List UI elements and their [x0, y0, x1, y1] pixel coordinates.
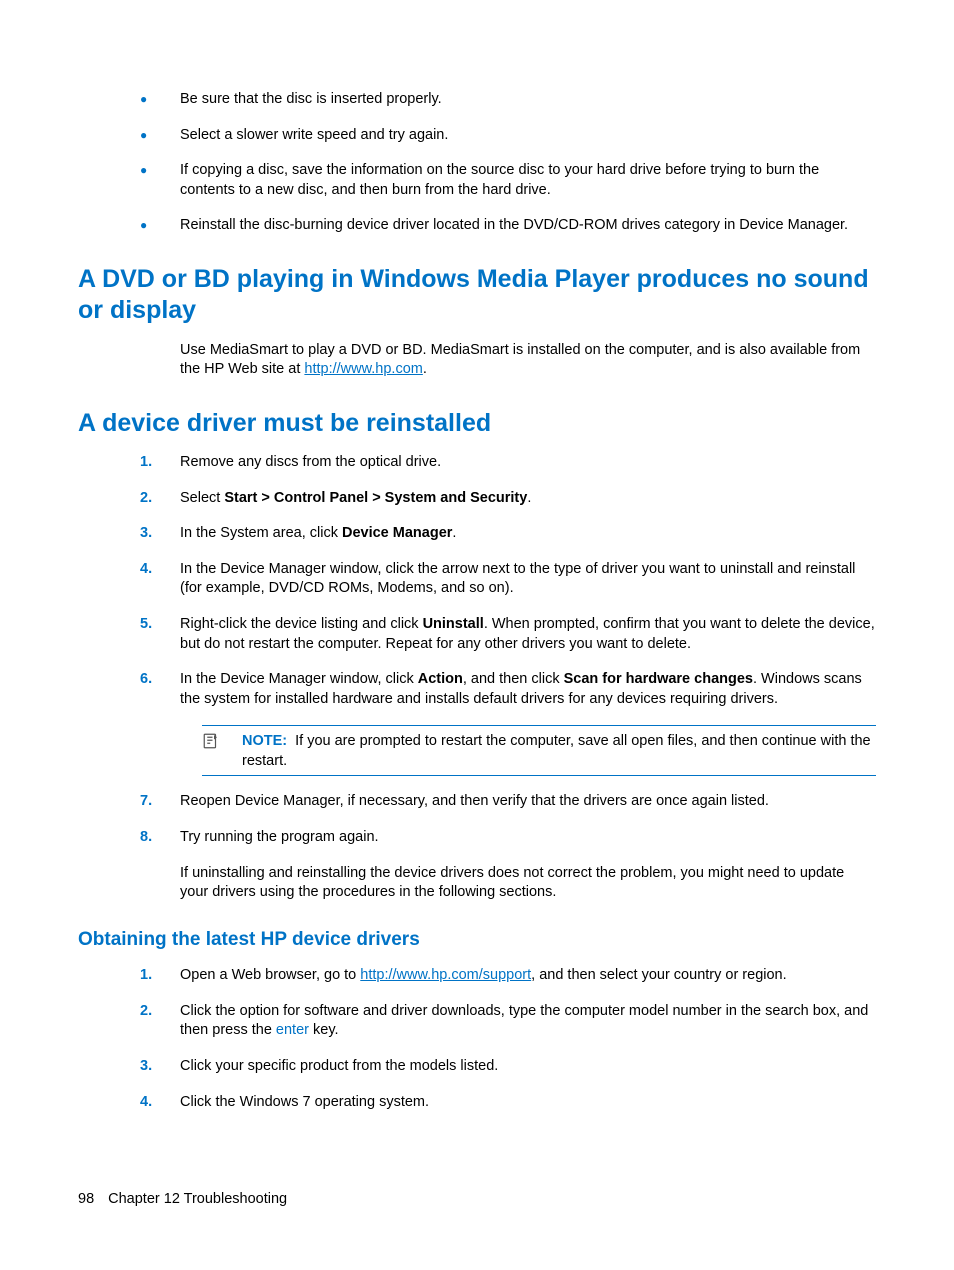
note-callout: NOTE:If you are prompted to restart the …: [202, 725, 876, 776]
list-item: 4. In the Device Manager window, click t…: [140, 560, 876, 599]
step-text: Click the option for software and driver…: [180, 1002, 876, 1041]
section-heading-reinstall: A device driver must be reinstalled: [78, 408, 876, 439]
text-run: Open a Web browser, go to: [180, 967, 360, 983]
list-item: 5. Right-click the device listing and cl…: [140, 615, 876, 654]
paragraph-mediasmart: Use MediaSmart to play a DVD or BD. Medi…: [180, 341, 876, 380]
bullet-icon: ●: [140, 126, 180, 146]
step-text: Remove any discs from the optical drive.: [180, 453, 876, 473]
list-item: 4. Click the Windows 7 operating system.: [140, 1093, 876, 1113]
step-number: 6.: [140, 670, 180, 709]
step-number: 4.: [140, 1093, 180, 1113]
link-hp-home[interactable]: http://www.hp.com: [304, 361, 422, 377]
bold-run: Device Manager: [342, 525, 452, 541]
list-item: 2. Select Start > Control Panel > System…: [140, 489, 876, 509]
step-number: 1.: [140, 453, 180, 473]
list-item: 3. Click your specific product from the …: [140, 1057, 876, 1077]
text-run: , and then click: [463, 671, 564, 687]
step-text: In the Device Manager window, click Acti…: [180, 670, 876, 709]
bullet-icon: ●: [140, 216, 180, 236]
step-number: 8.: [140, 828, 180, 848]
bold-run: Start > Control Panel > System and Secur…: [224, 490, 527, 506]
bullet-icon: ●: [140, 90, 180, 110]
text-run: Select: [180, 490, 224, 506]
step-number: 3.: [140, 1057, 180, 1077]
step-number: 3.: [140, 524, 180, 544]
step-text: Right-click the device listing and click…: [180, 615, 876, 654]
bold-run: Uninstall: [423, 616, 484, 632]
bullet-item: ● Select a slower write speed and try ag…: [140, 126, 876, 146]
text-run: In the System area, click: [180, 525, 342, 541]
bullet-icon: ●: [140, 161, 180, 200]
list-item: 1. Open a Web browser, go to http://www.…: [140, 966, 876, 986]
list-item: 3. In the System area, click Device Mana…: [140, 524, 876, 544]
bullet-text: If copying a disc, save the information …: [180, 161, 876, 200]
text-run: .: [452, 525, 456, 541]
section-heading-wmp: A DVD or BD playing in Windows Media Pla…: [78, 264, 876, 327]
keycap-enter: enter: [276, 1022, 309, 1038]
text-run: , and then select your country or region…: [531, 967, 787, 983]
bullet-item: ● Reinstall the disc-burning device driv…: [140, 216, 876, 236]
list-item: 2. Click the option for software and dri…: [140, 1002, 876, 1041]
chapter-label: Chapter 12 Troubleshooting: [108, 1191, 287, 1207]
bullet-item: ● Be sure that the disc is inserted prop…: [140, 90, 876, 110]
text-run: Right-click the device listing and click: [180, 616, 423, 632]
step-text: Try running the program again.: [180, 828, 876, 848]
step-text: Click the Windows 7 operating system.: [180, 1093, 876, 1113]
page-number: 98: [78, 1191, 94, 1207]
list-item: 7. Reopen Device Manager, if necessary, …: [140, 792, 876, 812]
paragraph-closing: If uninstalling and reinstalling the dev…: [180, 864, 876, 903]
step-number: 4.: [140, 560, 180, 599]
document-page: ● Be sure that the disc is inserted prop…: [0, 0, 954, 1270]
step-text: In the Device Manager window, click the …: [180, 560, 876, 599]
note-icon: [202, 732, 242, 771]
step-number: 1.: [140, 966, 180, 986]
subsection-heading-hp-drivers: Obtaining the latest HP device drivers: [78, 927, 876, 953]
list-item: 8. Try running the program again.: [140, 828, 876, 848]
note-text: If you are prompted to restart the compu…: [242, 733, 871, 769]
bold-run: Action: [418, 671, 463, 687]
bold-run: Scan for hardware changes: [564, 671, 753, 687]
page-footer: 98 Chapter 12 Troubleshooting: [78, 1190, 287, 1210]
note-label: NOTE:: [242, 733, 287, 749]
note-body: NOTE:If you are prompted to restart the …: [242, 732, 876, 771]
step-text: Click your specific product from the mod…: [180, 1057, 876, 1077]
step-number: 5.: [140, 615, 180, 654]
text-run: In the Device Manager window, click: [180, 671, 418, 687]
text-run: key.: [309, 1022, 339, 1038]
bullet-list: ● Be sure that the disc is inserted prop…: [140, 90, 876, 236]
step-number: 2.: [140, 1002, 180, 1041]
link-hp-support[interactable]: http://www.hp.com/support: [360, 967, 531, 983]
step-number: 7.: [140, 792, 180, 812]
ordered-list-reinstall: 1. Remove any discs from the optical dri…: [140, 453, 876, 847]
step-text: Select Start > Control Panel > System an…: [180, 489, 876, 509]
bullet-text: Reinstall the disc-burning device driver…: [180, 216, 876, 236]
bullet-text: Select a slower write speed and try agai…: [180, 126, 876, 146]
step-text: Open a Web browser, go to http://www.hp.…: [180, 966, 876, 986]
bullet-text: Be sure that the disc is inserted proper…: [180, 90, 876, 110]
text-run: Use MediaSmart to play a DVD or BD. Medi…: [180, 342, 860, 378]
list-item: 6. In the Device Manager window, click A…: [140, 670, 876, 709]
text-run: .: [423, 361, 427, 377]
list-item: 1. Remove any discs from the optical dri…: [140, 453, 876, 473]
ordered-list-hp-drivers: 1. Open a Web browser, go to http://www.…: [140, 966, 876, 1112]
bullet-item: ● If copying a disc, save the informatio…: [140, 161, 876, 200]
step-text: In the System area, click Device Manager…: [180, 524, 876, 544]
text-run: .: [527, 490, 531, 506]
step-number: 2.: [140, 489, 180, 509]
step-text: Reopen Device Manager, if necessary, and…: [180, 792, 876, 812]
